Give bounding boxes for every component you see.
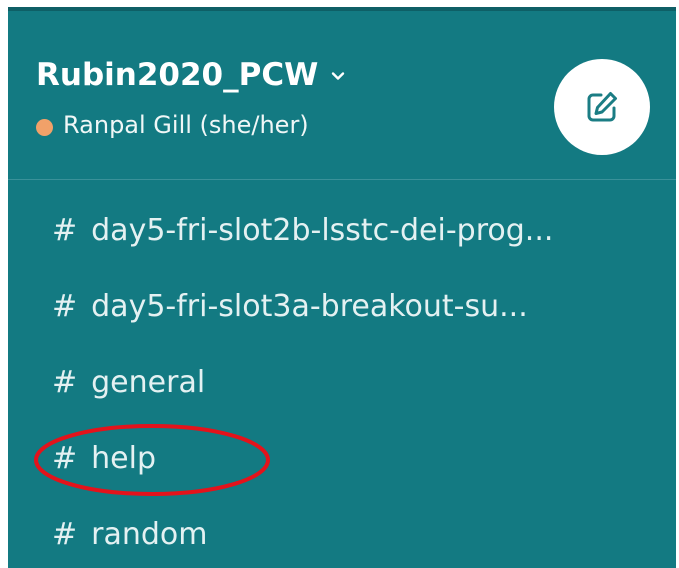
channel-name: general — [91, 364, 206, 400]
app-frame: Rubin2020_PCW Ranpal Gill (she/her) # da… — [0, 0, 679, 568]
workspace-name: Rubin2020_PCW — [36, 57, 319, 93]
user-name: Ranpal Gill (she/her) — [63, 111, 309, 139]
channel-name: day5-fri-slot3a-breakout-su... — [91, 288, 528, 324]
workspace-switcher[interactable]: Rubin2020_PCW — [36, 57, 346, 93]
channel-hash-icon: # — [52, 288, 78, 324]
presence-indicator — [36, 118, 53, 136]
highlight-ellipse — [34, 424, 270, 496]
channel-item[interactable]: # day5-fri-slot2b-lsstc-dei-prog... — [52, 200, 553, 260]
channel-item[interactable]: # random — [52, 504, 208, 564]
channel-hash-icon: # — [52, 364, 78, 400]
sidebar: Rubin2020_PCW Ranpal Gill (she/her) # da… — [8, 7, 676, 568]
compose-icon — [587, 92, 617, 122]
compose-button[interactable] — [554, 59, 650, 155]
channel-hash-icon: # — [52, 516, 78, 552]
chevron-down-icon — [332, 72, 345, 80]
user-status[interactable]: Ranpal Gill (she/her) — [36, 111, 309, 139]
workspace-header: Rubin2020_PCW Ranpal Gill (she/her) — [8, 7, 676, 179]
channel-name: day5-fri-slot2b-lsstc-dei-prog... — [91, 212, 554, 248]
channel-name: random — [91, 516, 208, 552]
channel-item[interactable]: # day5-fri-slot3a-breakout-su... — [52, 276, 528, 336]
header-divider — [8, 179, 676, 180]
channel-hash-icon: # — [52, 212, 78, 248]
channel-item[interactable]: # general — [52, 352, 205, 412]
